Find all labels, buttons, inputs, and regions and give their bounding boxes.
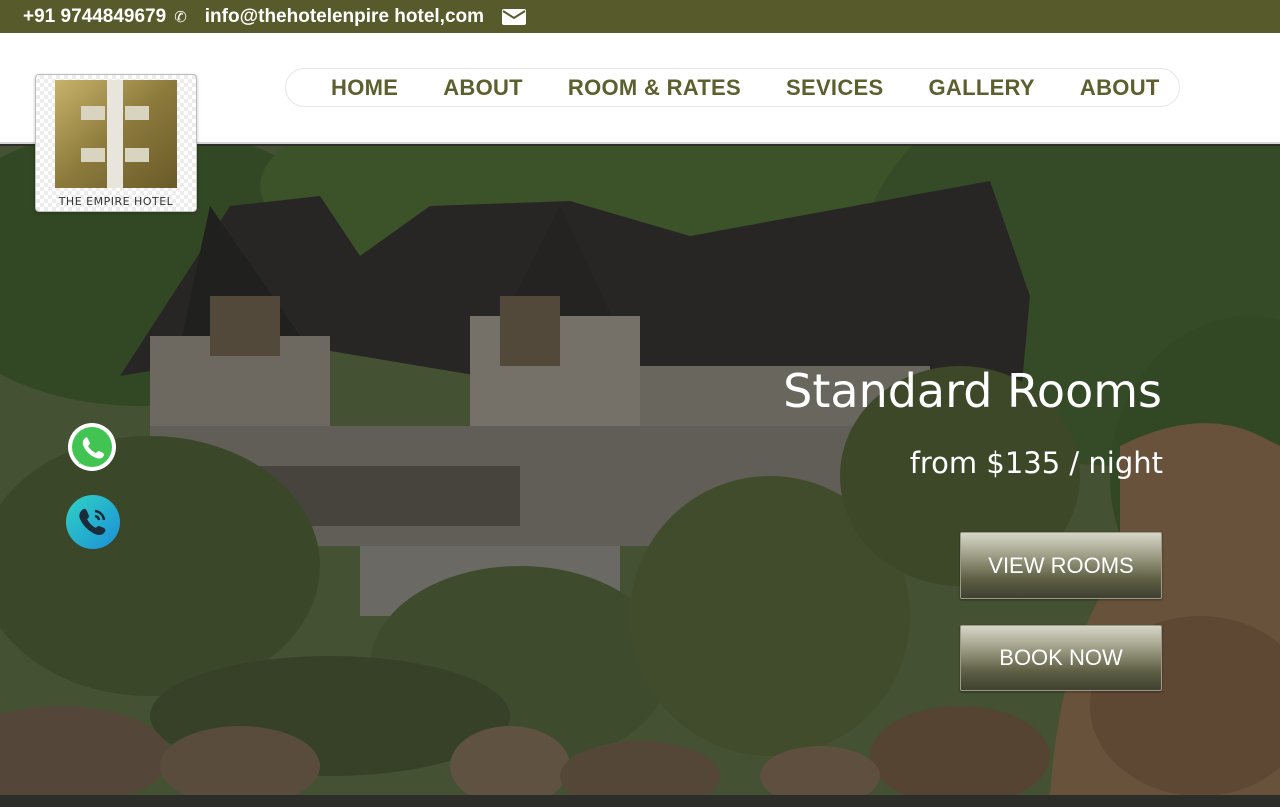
mail-icon: [502, 8, 527, 25]
contact-email[interactable]: info@thehotelenpire hotel,com: [205, 6, 484, 28]
site-header: THE EMPIRE HOTEL HOME ABOUT ROOM & RATES…: [0, 33, 1280, 212]
view-rooms-button[interactable]: VIEW ROOMS: [960, 532, 1162, 599]
nav-about-2[interactable]: ABOUT: [1080, 75, 1160, 101]
nav-services[interactable]: SEVICES: [786, 75, 883, 101]
book-now-button[interactable]: BOOK NOW: [960, 625, 1162, 691]
empire-logo-mark: [55, 80, 177, 188]
call-icon[interactable]: [65, 494, 121, 550]
contact-phone[interactable]: +91 9744849679: [23, 6, 166, 28]
hero-price: from $135 / night: [909, 446, 1163, 480]
nav-gallery[interactable]: GALLERY: [929, 75, 1035, 101]
phone-icon: ✆: [174, 8, 187, 26]
nav-room-rates[interactable]: ROOM & RATES: [568, 75, 741, 101]
logo-text: THE EMPIRE HOTEL: [58, 195, 174, 208]
footer-strip: [0, 795, 1280, 807]
hero-banner: Standard Rooms from $135 / night VIEW RO…: [0, 146, 1280, 795]
nav-about[interactable]: ABOUT: [443, 75, 523, 101]
hotel-logo[interactable]: THE EMPIRE HOTEL: [35, 74, 197, 212]
whatsapp-icon[interactable]: [67, 422, 117, 472]
hero-title: Standard Rooms: [783, 364, 1162, 418]
main-nav: HOME ABOUT ROOM & RATES SEVICES GALLERY …: [285, 68, 1180, 107]
nav-home[interactable]: HOME: [331, 75, 398, 101]
top-contact-bar: +91 9744849679 ✆ info@thehotelenpire hot…: [0, 0, 1280, 33]
